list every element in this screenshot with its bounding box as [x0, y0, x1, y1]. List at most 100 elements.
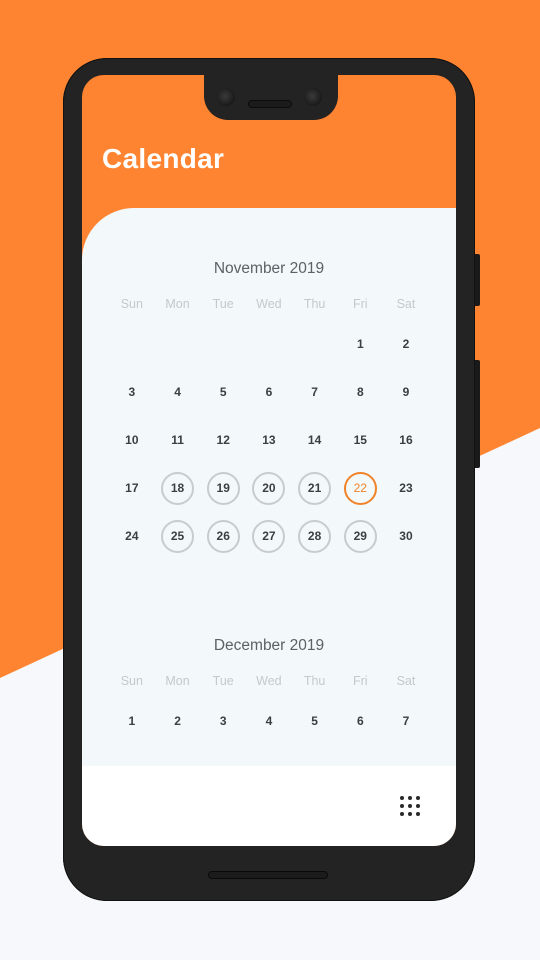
- weekday-label: Thu: [303, 674, 326, 688]
- phone-chin-speaker: [208, 871, 328, 879]
- empty-day-cell: [109, 320, 155, 368]
- empty-day-cell: [292, 320, 338, 368]
- day-number: 27: [252, 519, 286, 553]
- day-cell[interactable]: 6: [246, 368, 292, 416]
- front-camera-icon: [217, 88, 235, 106]
- day-cell[interactable]: 13: [246, 416, 292, 464]
- weekday-label: Thu: [303, 297, 326, 311]
- day-cell[interactable]: 19: [200, 464, 246, 512]
- day-number: 9: [402, 385, 410, 399]
- day-number: 3: [128, 385, 136, 399]
- day-cell[interactable]: 30: [383, 512, 429, 560]
- week-row: 10 11 12 13 14 15 16: [109, 416, 429, 464]
- day-cell[interactable]: 9: [383, 368, 429, 416]
- weekday-label: Tue: [212, 297, 234, 311]
- phone-side-button-volume: [475, 360, 480, 468]
- week-row: 12: [109, 320, 429, 368]
- day-number: 10: [125, 433, 139, 447]
- day-number: 5: [311, 714, 318, 728]
- day-number: 1: [356, 337, 364, 351]
- weekday-label: Mon: [165, 674, 190, 688]
- day-cell[interactable]: 29: [337, 512, 383, 560]
- day-cell[interactable]: 20: [246, 464, 292, 512]
- day-cell[interactable]: 15: [337, 416, 383, 464]
- bottom-bar: [82, 766, 456, 846]
- day-number: 17: [125, 481, 139, 495]
- weekday-label: Mon: [165, 297, 190, 311]
- day-cell[interactable]: 3: [109, 368, 155, 416]
- weekday-label: Tue: [212, 674, 234, 688]
- day-cell[interactable]: 1: [337, 320, 383, 368]
- day-number: 16: [399, 433, 413, 447]
- day-number: 26: [206, 519, 240, 553]
- week-row: 3 4 5 6 7 8 9: [109, 368, 429, 416]
- weekday-header: Sun Mon Tue Wed Thu Fri Sat: [82, 296, 456, 312]
- day-cell[interactable]: 26: [200, 512, 246, 560]
- day-cell[interactable]: 10: [109, 416, 155, 464]
- day-number: 11: [171, 433, 184, 447]
- day-number: 8: [356, 385, 364, 399]
- empty-day-cell: [200, 320, 246, 368]
- day-cell-today[interactable]: 22: [337, 464, 383, 512]
- day-number: 6: [265, 385, 273, 399]
- day-number: 30: [399, 529, 413, 543]
- day-number: 3: [219, 714, 227, 728]
- day-cell[interactable]: 7: [383, 697, 429, 745]
- day-number: 5: [219, 385, 227, 399]
- day-number: 23: [399, 481, 413, 495]
- day-cell[interactable]: 8: [337, 368, 383, 416]
- weekday-label: Fri: [352, 297, 368, 311]
- day-cell[interactable]: 6: [337, 697, 383, 745]
- weekday-label: Sat: [396, 674, 416, 688]
- weekday-label: Sun: [120, 674, 143, 688]
- month-title: December 2019: [213, 637, 325, 654]
- day-number: 13: [262, 433, 276, 447]
- day-cell[interactable]: 4: [155, 368, 201, 416]
- day-cell[interactable]: 2: [383, 320, 429, 368]
- day-cell[interactable]: 12: [200, 416, 246, 464]
- day-cell[interactable]: 4: [246, 697, 292, 745]
- day-cell[interactable]: 5: [200, 368, 246, 416]
- weekday-label: Sat: [396, 297, 416, 311]
- month-title: November 2019: [213, 260, 325, 277]
- day-number: 29: [343, 519, 377, 553]
- day-cell[interactable]: 16: [383, 416, 429, 464]
- day-cell[interactable]: 23: [383, 464, 429, 512]
- page-title: Calendar: [102, 143, 225, 174]
- front-camera-icon: [304, 88, 322, 106]
- day-number: 14: [307, 433, 322, 447]
- weekday-header: Sun Mon Tue Wed Thu Fri Sat: [82, 673, 456, 689]
- month-december: December 2019 Sun Mon Tue Wed Thu Fri Sat 1 2 3 4…: [82, 636, 456, 745]
- day-cell[interactable]: 3: [200, 697, 246, 745]
- day-cell[interactable]: 5: [292, 697, 338, 745]
- day-number: 7: [311, 385, 318, 399]
- day-number: 2: [174, 714, 181, 728]
- day-number: 22: [343, 471, 377, 505]
- earpiece-speaker: [248, 100, 292, 108]
- week-row: 24 25 26 27 28 29 30: [109, 512, 429, 560]
- day-cell[interactable]: 14: [292, 416, 338, 464]
- grid-dots-icon[interactable]: [400, 794, 424, 818]
- day-cell[interactable]: 7: [292, 368, 338, 416]
- day-number: 1: [128, 714, 136, 728]
- day-cell[interactable]: 11: [155, 416, 201, 464]
- day-cell[interactable]: 27: [246, 512, 292, 560]
- day-number: 19: [206, 471, 240, 505]
- day-cell[interactable]: 21: [292, 464, 338, 512]
- calendar-panel: November 2019 Sun Mon Tue Wed Thu Fri Sat 1234…: [82, 208, 456, 766]
- day-cell[interactable]: 25: [155, 512, 201, 560]
- phone-notch: [204, 60, 338, 120]
- day-number: 24: [125, 529, 139, 543]
- day-cell[interactable]: 2: [155, 697, 201, 745]
- month-november: November 2019 Sun Mon Tue Wed Thu Fri Sat 1234…: [82, 259, 456, 560]
- weekday-label: Sun: [120, 297, 143, 311]
- weekday-label: Fri: [352, 674, 368, 688]
- day-cell[interactable]: 24: [109, 512, 155, 560]
- day-cell[interactable]: 18: [155, 464, 201, 512]
- day-cell[interactable]: 1: [109, 697, 155, 745]
- weekday-label: Wed: [256, 297, 282, 311]
- day-number: 20: [252, 471, 286, 505]
- day-cell[interactable]: 17: [109, 464, 155, 512]
- day-cell[interactable]: 28: [292, 512, 338, 560]
- day-number: 12: [216, 433, 230, 447]
